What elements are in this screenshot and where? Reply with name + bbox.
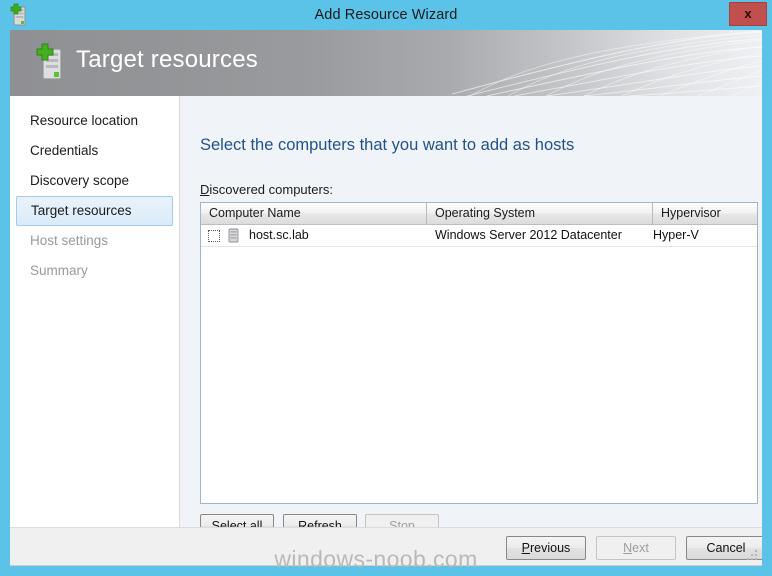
sidebar-item-label: Summary — [30, 263, 88, 278]
sidebar-item-label: Host settings — [30, 233, 109, 248]
row-checkbox[interactable] — [208, 229, 220, 242]
close-button[interactable]: x — [729, 2, 767, 26]
page-title: Target resources — [76, 46, 258, 73]
resize-grip[interactable] — [745, 548, 759, 562]
column-header-operating-system[interactable]: Operating System — [427, 203, 653, 224]
wizard-step-sidebar: Resource location Credentials Discovery … — [10, 96, 180, 527]
discovered-computers-label: Discovered computers: — [200, 182, 333, 197]
add-server-icon — [32, 42, 72, 84]
column-header-computer-name[interactable]: Computer Name — [201, 203, 427, 224]
window-title: Add Resource Wizard — [314, 7, 458, 23]
button-text-suffix: revious — [530, 541, 571, 555]
sidebar-item-label: Resource location — [30, 113, 139, 128]
sidebar-item-resource-location[interactable]: Resource location — [16, 106, 173, 136]
table-header-row: Computer Name Operating System Hyperviso… — [201, 203, 757, 225]
label-rest: iscovered computers: — [209, 182, 333, 197]
wizard-footer: Previous Next Cancel — [10, 527, 762, 565]
main-content: Select the computers that you want to ad… — [180, 96, 762, 538]
previous-button[interactable]: Previous — [506, 536, 586, 560]
content-heading: Select the computers that you want to ad… — [200, 136, 575, 154]
accelerator-letter: P — [521, 541, 531, 555]
sidebar-item-credentials[interactable]: Credentials — [16, 136, 173, 166]
sidebar-item-summary: Summary — [16, 256, 173, 286]
sidebar-item-target-resources[interactable]: Target resources — [16, 196, 173, 226]
cell-hypervisor: Hyper-V — [653, 228, 699, 242]
server-icon — [227, 228, 240, 243]
client-area: Target resources Resource location Crede… — [10, 30, 762, 566]
button-text-suffix: ext — [632, 541, 649, 555]
sidebar-item-label: Discovery scope — [30, 173, 130, 188]
cell-operating-system: Windows Server 2012 Datacenter — [435, 228, 622, 242]
sidebar-item-label: Credentials — [30, 143, 99, 158]
page-banner: Target resources — [10, 30, 762, 96]
add-resource-wizard-window: Add Resource Wizard x Target resources R… — [0, 0, 772, 576]
cell-computer-name: host.sc.lab — [201, 225, 427, 246]
accelerator-letter: D — [200, 182, 210, 197]
globe-mesh-decoration — [451, 30, 762, 96]
table-row[interactable]: host.sc.lab Windows Server 2012 Datacent… — [201, 225, 757, 247]
sidebar-item-discovery-scope[interactable]: Discovery scope — [16, 166, 173, 196]
accelerator-letter: N — [623, 541, 633, 555]
title-bar[interactable]: Add Resource Wizard x — [0, 0, 772, 30]
column-header-hypervisor[interactable]: Hypervisor — [653, 203, 757, 224]
discovered-computers-list[interactable]: Computer Name Operating System Hyperviso… — [200, 202, 758, 504]
next-button: Next — [596, 536, 676, 560]
sidebar-item-host-settings: Host settings — [16, 226, 173, 256]
sidebar-item-label: Target resources — [31, 203, 132, 218]
computer-name-text: host.sc.lab — [249, 228, 309, 242]
